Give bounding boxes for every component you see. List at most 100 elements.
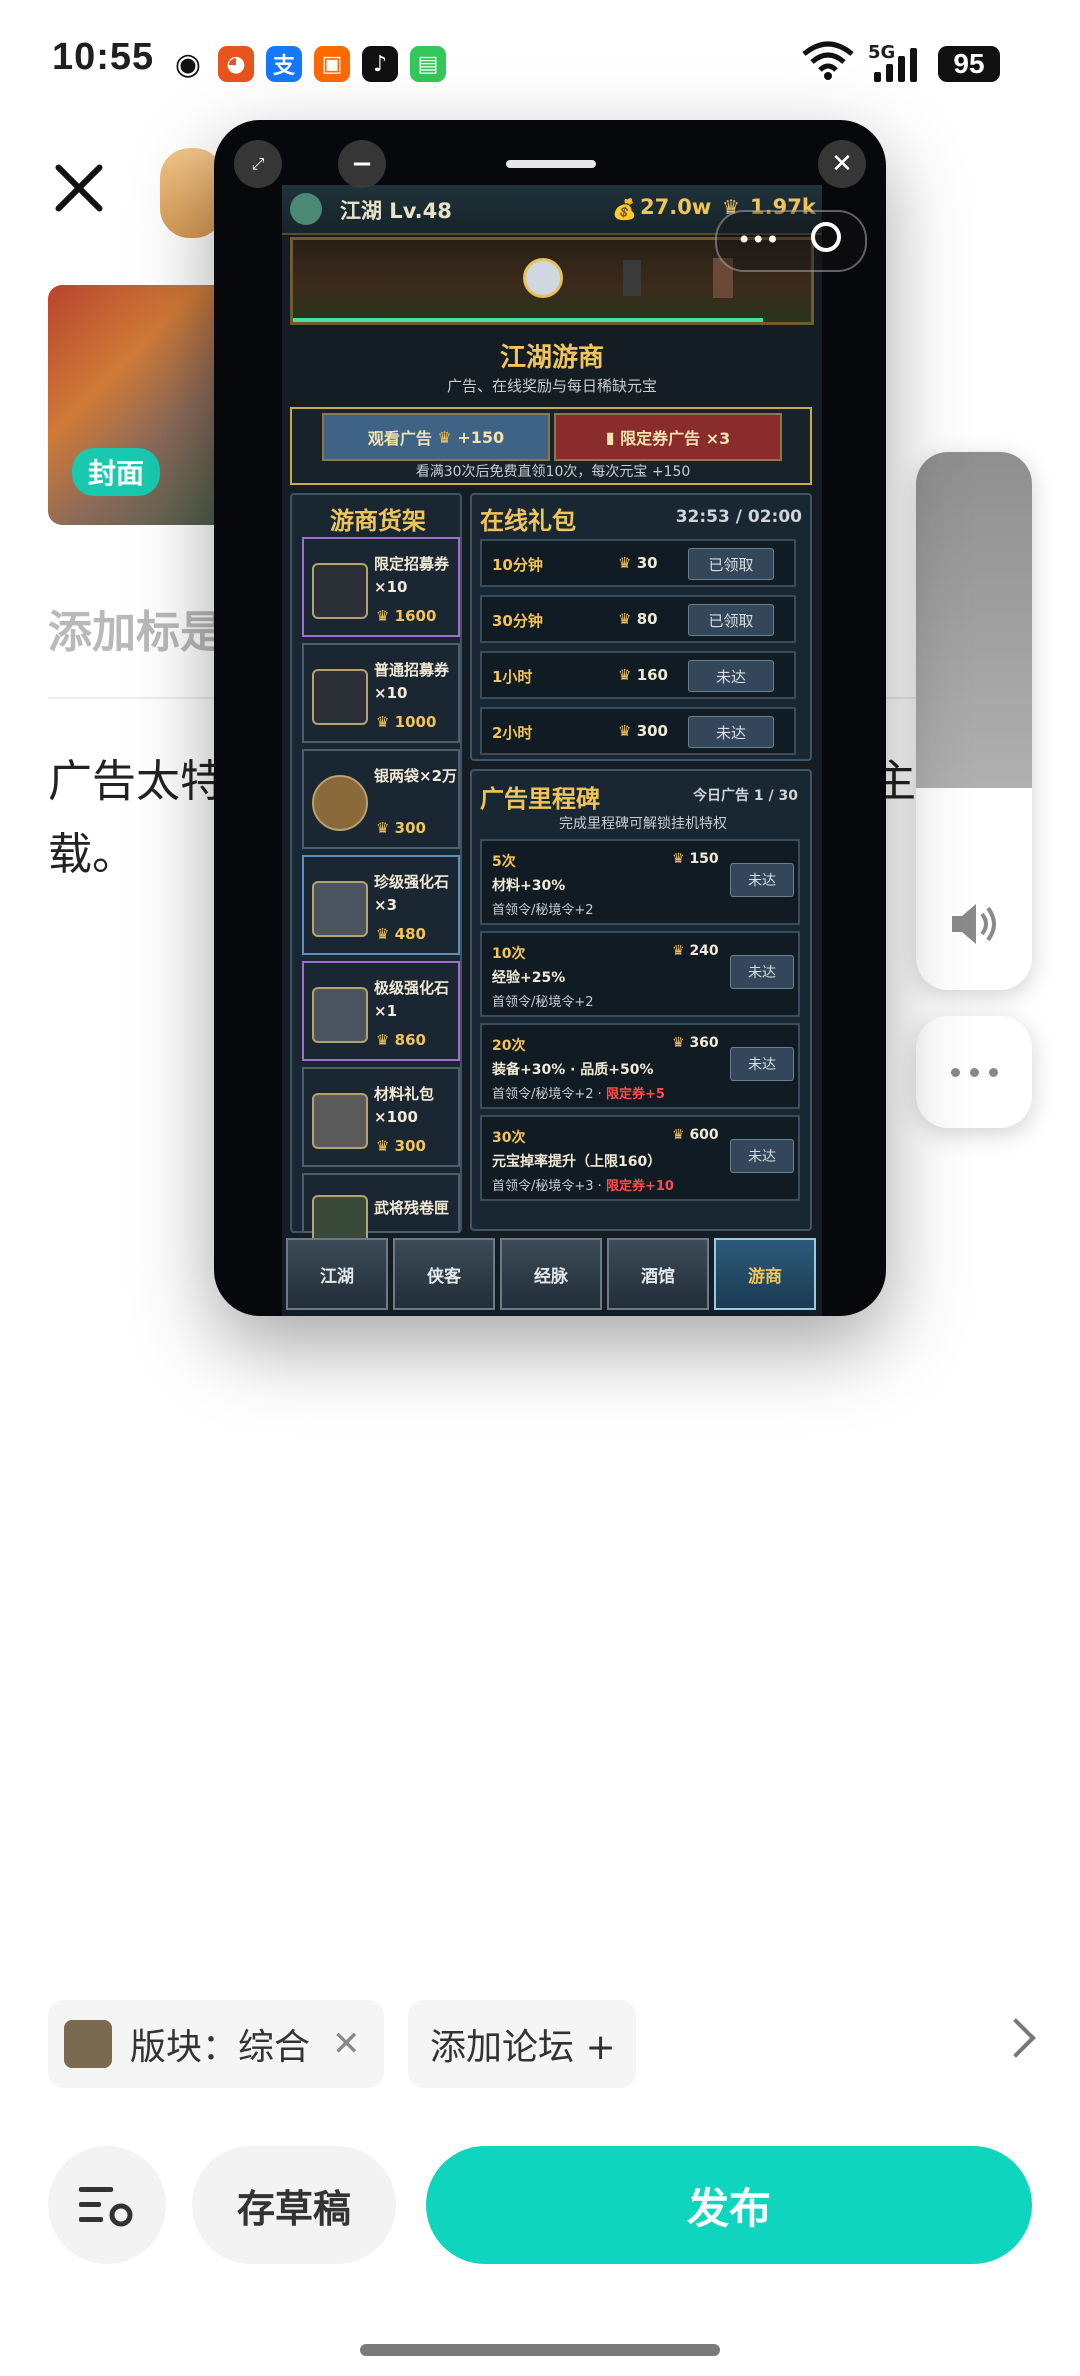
save-draft-button[interactable]: 存草稿 (192, 2146, 396, 2264)
miniapp-capsule[interactable]: ••• (715, 210, 867, 272)
item-price: ♛ 1000 (376, 713, 437, 731)
home-indicator[interactable] (360, 2344, 720, 2356)
milestone-title: 广告里程碑 (480, 785, 600, 813)
ticket-ad-button[interactable]: ▮ 限定券广告 ×3 (554, 413, 782, 461)
online-row: 30分钟 ♛ 80 已领取 (480, 595, 796, 643)
item-price: ♛ 1600 (376, 607, 437, 625)
jade-icon (290, 193, 322, 225)
online-row: 2小时 ♛ 300 未达 (480, 707, 796, 755)
shelf-item[interactable]: 银两袋×2万 ♛ 300 (302, 749, 460, 849)
wifi-icon (802, 40, 854, 80)
scroll-icon (312, 563, 368, 619)
ticket-ad-label: 限定券广告 ×3 (620, 429, 731, 448)
remove-icon[interactable]: ✕ (332, 2024, 361, 2064)
online-gift-panel: 在线礼包 32:53 / 02:00 10分钟 ♛ 30 已领取 30分钟 ♛ 80 已… (470, 493, 812, 761)
shelf-item[interactable]: 材料礼包×100 ♛ 300 (302, 1067, 460, 1167)
publish-button[interactable]: 发布 (426, 2146, 1032, 2264)
dot-icon (988, 1067, 998, 1077)
shelf-item[interactable]: 珍级强化石×3 ♛ 480 (302, 855, 460, 955)
item-name: 材料礼包×100 (374, 1085, 435, 1126)
expand-icon[interactable]: ⤢ (234, 140, 282, 188)
tab-jianghu[interactable]: 江湖 (286, 1238, 388, 1310)
tab-merchant[interactable]: 游商 (714, 1238, 816, 1310)
enemy-sprite (623, 260, 641, 296)
dot-icon (950, 1067, 960, 1077)
online-row: 1小时 ♛ 160 未达 (480, 651, 796, 699)
ingot-icon: ♛ (437, 427, 452, 447)
milestone-row: 10次 ♛ 240 经验+25% 首领令/秘境令+2 未达 (480, 931, 800, 1017)
watch-ad-label: 观看广告 (367, 429, 432, 448)
close-icon[interactable]: ✕ (818, 140, 866, 188)
title-input[interactable]: 添加标是 (48, 596, 224, 660)
claim-button[interactable]: 未达 (688, 660, 774, 692)
minimize-icon[interactable]: − (338, 140, 386, 188)
claim-button[interactable]: 已领取 (688, 548, 774, 580)
volume-slider[interactable] (916, 452, 1032, 990)
signal-icon (874, 48, 924, 82)
watch-ad-button[interactable]: 观看广告 ♛ +150 (322, 413, 550, 461)
scroll-icon (312, 669, 368, 725)
alipay-icon: 支 (266, 46, 302, 82)
speaker-icon (950, 902, 1000, 950)
dot-icon (969, 1067, 979, 1077)
status-time: 10:55 (52, 36, 155, 78)
milestone-button[interactable]: 未达 (730, 1139, 794, 1173)
tab-heroes[interactable]: 侠客 (393, 1238, 495, 1310)
more-options-button[interactable] (916, 1016, 1032, 1128)
body-text-line1[interactable]: 广告太特 (48, 745, 224, 809)
shelf-item[interactable]: 武将残卷匣 (302, 1173, 460, 1251)
cover-badge[interactable]: 封面 (72, 448, 161, 496)
ore-icon (312, 987, 368, 1043)
shelf-item[interactable]: 限定招募券×10 ♛ 1600 (302, 537, 460, 637)
tab-meridians[interactable]: 经脉 (500, 1238, 602, 1310)
money-bag-icon (312, 775, 368, 831)
shop-icon: ▣ (314, 46, 350, 82)
board-chip-label: 版块：综合 (130, 2027, 311, 2068)
item-name: 极级强化石×1 (374, 979, 450, 1020)
hero-portrait (523, 258, 563, 298)
milestone-button[interactable]: 未达 (730, 1047, 794, 1081)
money-value: 27.0w (640, 195, 712, 219)
item-price: ♛ 480 (376, 925, 426, 943)
progress-bar (293, 318, 763, 322)
crate-icon (312, 1093, 368, 1149)
shelf-item[interactable]: 普通招募券×10 ♛ 1000 (302, 643, 460, 743)
tiktok-icon: ♪ (362, 46, 398, 82)
battery-indicator: 95 (938, 46, 1000, 82)
shop-title: 江湖游商 (499, 343, 604, 373)
ad-panel: 观看广告 ♛ +150 ▮ 限定券广告 ×3 看满30次后免费直领10次，每次元… (290, 407, 812, 485)
item-price: ♛ 300 (376, 1137, 426, 1155)
tab-tavern[interactable]: 酒馆 (607, 1238, 709, 1310)
claim-button[interactable]: 未达 (688, 716, 774, 748)
ore-icon (312, 881, 368, 937)
online-row: 10分钟 ♛ 30 已领取 (480, 539, 796, 587)
item-name: 银两袋×2万 (374, 767, 458, 785)
milestone-row: 30次 ♛ 600 元宝掉率提升（上限160） 首领令/秘境令+3 · 限定券+10 未… (480, 1115, 800, 1201)
game-screen[interactable]: 江湖 Lv.48 💰 27.0w ♛ 1.97k 江湖游商 广告、在线奖励与每日… (282, 185, 822, 1316)
shop-shelf: 游商货架 限定招募券×10 ♛ 1600 普通招募券×10 ♛ 1000 银两袋×2… (290, 493, 462, 1251)
shelf-title: 游商货架 (330, 507, 426, 535)
body-text-line2[interactable]: 载。 (48, 818, 136, 882)
milestone-button[interactable]: 未达 (730, 955, 794, 989)
milestone-row: 5次 ♛ 150 材料+30% 首领令/秘境令+2 未达 (480, 839, 800, 925)
board-chip[interactable]: 版块：综合 ✕ (48, 2000, 384, 2088)
item-name: 普通招募券×10 (374, 661, 450, 702)
wechat-icon: ◉ (170, 46, 206, 82)
drag-handle[interactable] (506, 160, 596, 168)
milestone-today: 今日广告 1 / 30 (693, 788, 798, 804)
watch-ad-reward: +150 (457, 427, 505, 447)
online-timer: 32:53 / 02:00 (675, 507, 802, 527)
chevron-right-icon[interactable] (996, 2018, 1036, 2058)
exit-target-icon[interactable] (811, 222, 841, 252)
taobao-icon: ◕ (218, 46, 254, 82)
close-icon[interactable] (50, 160, 106, 216)
messages-icon: ▤ (410, 46, 446, 82)
milestone-button[interactable]: 未达 (730, 863, 794, 897)
shop-subtitle: 广告、在线奖励与每日稀缺元宝 (446, 377, 657, 395)
shelf-item[interactable]: 极级强化石×1 ♛ 860 (302, 961, 460, 1061)
settings-button[interactable] (48, 2146, 166, 2264)
claim-button[interactable]: 已领取 (688, 604, 774, 636)
add-forum-chip[interactable]: 添加论坛 + (408, 2000, 636, 2088)
item-name: 武将残卷匣 (374, 1199, 450, 1217)
more-icon[interactable]: ••• (737, 226, 779, 254)
